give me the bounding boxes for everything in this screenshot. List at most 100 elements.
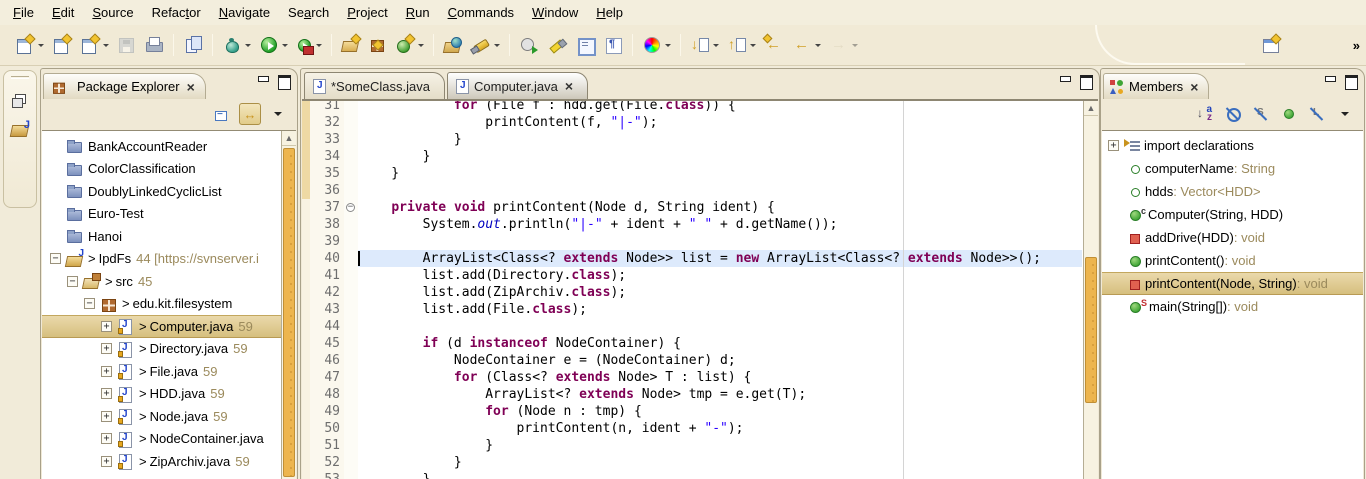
code-text[interactable]: for (Class<? extends Node> T : list) { bbox=[358, 369, 1082, 386]
menu-item-commands[interactable]: Commands bbox=[439, 2, 523, 23]
code-line-52[interactable]: 52 } bbox=[302, 454, 1082, 471]
code-text[interactable]: printContent(f, "|-"); bbox=[358, 114, 1082, 131]
editor-content[interactable]: 31 for (File f : hdd.get(File.class)) {3… bbox=[302, 99, 1098, 479]
code-text[interactable]: } bbox=[358, 437, 1082, 454]
tree-row-ipdfs[interactable]: −>IpdFs44 [https://svnserver.i bbox=[42, 248, 296, 271]
menu-item-edit[interactable]: Edit bbox=[43, 2, 83, 23]
code-text[interactable]: for (File f : hdd.get(File.class)) { bbox=[358, 99, 1082, 114]
expand-plus-icon[interactable]: + bbox=[101, 366, 112, 377]
package-explorer-close-icon[interactable]: × bbox=[187, 79, 195, 95]
code-line-46[interactable]: 46 NodeContainer e = (NodeContainer) d; bbox=[302, 352, 1082, 369]
code-line-37[interactable]: 37− private void printContent(Node d, St… bbox=[302, 199, 1082, 216]
minimize-view-button[interactable] bbox=[257, 75, 270, 86]
member-row-computer-string-hdd-[interactable]: cComputer(String, HDD) bbox=[1102, 203, 1363, 226]
scroll-up-arrow-icon[interactable]: ▲ bbox=[282, 131, 296, 146]
search-button[interactable] bbox=[469, 33, 502, 57]
expand-plus-icon[interactable]: + bbox=[101, 456, 112, 467]
color-wheel-button[interactable] bbox=[640, 33, 673, 57]
code-line-36[interactable]: 36 bbox=[302, 182, 1082, 199]
code-line-51[interactable]: 51 } bbox=[302, 437, 1082, 454]
toolbar-overflow-chevron[interactable]: » bbox=[1353, 38, 1358, 53]
code-text[interactable] bbox=[358, 318, 1082, 335]
editor-tab-close-icon[interactable]: × bbox=[565, 78, 573, 94]
package-explorer-scrollbar[interactable]: ▲ bbox=[281, 131, 296, 479]
code-line-32[interactable]: 32 printContent(f, "|-"); bbox=[302, 114, 1082, 131]
tree-row-bankaccountreader[interactable]: BankAccountReader bbox=[42, 135, 296, 158]
last-edit-button[interactable] bbox=[762, 33, 786, 57]
code-text[interactable]: } bbox=[358, 165, 1082, 182]
members-tab[interactable]: Members × bbox=[1103, 73, 1209, 99]
package-explorer-tab[interactable]: Package Explorer × bbox=[43, 73, 206, 99]
menu-item-source[interactable]: Source bbox=[83, 2, 142, 23]
new-wizard-button[interactable] bbox=[13, 33, 46, 57]
tree-row-computer-java[interactable]: +>Computer.java59 bbox=[42, 315, 296, 338]
code-line-47[interactable]: 47 for (Class<? extends Node> T : list) … bbox=[302, 369, 1082, 386]
expand-plus-icon[interactable]: + bbox=[101, 343, 112, 354]
tree-row-euro-test[interactable]: Euro-Test bbox=[42, 203, 296, 226]
code-text[interactable]: } bbox=[358, 131, 1082, 148]
code-text[interactable]: if (d instanceof NodeContainer) { bbox=[358, 335, 1082, 352]
editor-maximize-button[interactable] bbox=[1080, 75, 1093, 86]
editor-scrollbar[interactable]: ▲ bbox=[1083, 101, 1098, 479]
expand-plus-icon[interactable]: + bbox=[101, 433, 112, 444]
dropdown-caret-icon[interactable] bbox=[316, 44, 322, 47]
code-text[interactable]: ArrayList<? extends Node> tmp = e.get(T)… bbox=[358, 386, 1082, 403]
package-explorer-scrollbar-thumb[interactable] bbox=[283, 148, 295, 477]
tree-row-doublylinkedcycliclist[interactable]: DoublyLinkedCyclicList bbox=[42, 180, 296, 203]
menu-item-window[interactable]: Window bbox=[523, 2, 587, 23]
member-row-adddrive-hdd-[interactable]: addDrive(HDD) : void bbox=[1102, 226, 1363, 249]
run-external-button[interactable] bbox=[294, 35, 324, 56]
expand-plus-icon[interactable]: + bbox=[101, 321, 112, 332]
editor-scroll-up-icon[interactable]: ▲ bbox=[1084, 101, 1098, 116]
new-window-wizard-button[interactable] bbox=[50, 33, 74, 57]
code-text[interactable]: list.add(Directory.class); bbox=[358, 267, 1082, 284]
code-line-44[interactable]: 44 bbox=[302, 318, 1082, 335]
code-line-31[interactable]: 31 for (File f : hdd.get(File.class)) { bbox=[302, 99, 1082, 114]
code-line-45[interactable]: 45 if (d instanceof NodeContainer) { bbox=[302, 335, 1082, 352]
view-menu-button[interactable] bbox=[267, 103, 289, 125]
collapse-minus-icon[interactable]: − bbox=[50, 253, 61, 264]
code-text[interactable] bbox=[358, 233, 1082, 250]
menu-item-help[interactable]: Help bbox=[587, 2, 632, 23]
tree-row-src[interactable]: −>src45 bbox=[42, 270, 296, 293]
code-text[interactable]: list.add(ZipArchiv.class); bbox=[358, 284, 1082, 301]
dropdown-caret-icon[interactable] bbox=[494, 44, 500, 47]
code-text[interactable]: NodeContainer e = (NodeContainer) d; bbox=[358, 352, 1082, 369]
code-text[interactable] bbox=[358, 182, 1082, 199]
tree-row-nodecontainer-java[interactable]: +>NodeContainer.java bbox=[42, 428, 296, 451]
hide-fields-button[interactable] bbox=[1222, 103, 1244, 125]
editor-tab-computer-java[interactable]: Computer.java× bbox=[447, 72, 588, 99]
members-maximize-button[interactable] bbox=[1345, 75, 1358, 86]
tree-row-colorclassification[interactable]: ColorClassification bbox=[42, 158, 296, 181]
expand-plus-icon[interactable]: + bbox=[1108, 140, 1119, 151]
prev-annotation-button[interactable] bbox=[725, 33, 758, 57]
tree-row-edu-kit-filesystem[interactable]: −>edu.kit.filesystem bbox=[42, 293, 296, 316]
code-line-38[interactable]: 38 System.out.println("|-" + ident + " "… bbox=[302, 216, 1082, 233]
new-class-button[interactable] bbox=[393, 33, 426, 57]
code-line-35[interactable]: 35 } bbox=[302, 165, 1082, 182]
members-minimize-button[interactable] bbox=[1324, 75, 1337, 86]
code-line-49[interactable]: 49 for (Node n : tmp) { bbox=[302, 403, 1082, 420]
tree-row-hdd-java[interactable]: +>HDD.java59 bbox=[42, 383, 296, 406]
link-editor-button[interactable]: ↔ bbox=[239, 103, 261, 125]
code-line-34[interactable]: 34 } bbox=[302, 148, 1082, 165]
tree-row-file-java[interactable]: +>File.java59 bbox=[42, 360, 296, 383]
code-line-43[interactable]: 43 list.add(File.class); bbox=[302, 301, 1082, 318]
member-row-printcontent-[interactable]: printContent() : void bbox=[1102, 249, 1363, 272]
debug-button[interactable] bbox=[220, 33, 253, 57]
new-package-button[interactable] bbox=[367, 34, 389, 57]
code-line-42[interactable]: 42 list.add(ZipArchiv.class); bbox=[302, 284, 1082, 301]
code-line-41[interactable]: 41 list.add(Directory.class); bbox=[302, 267, 1082, 284]
code-text[interactable]: } bbox=[358, 454, 1082, 471]
collapse-minus-icon[interactable]: − bbox=[67, 276, 78, 287]
task-button[interactable] bbox=[517, 33, 541, 57]
expand-plus-icon[interactable]: + bbox=[101, 388, 112, 399]
dropdown-caret-icon[interactable] bbox=[750, 44, 756, 47]
java-perspective-button[interactable] bbox=[8, 117, 32, 141]
dropdown-caret-icon[interactable] bbox=[282, 44, 288, 47]
menu-item-navigate[interactable]: Navigate bbox=[210, 2, 279, 23]
show-whitespace-button[interactable] bbox=[601, 33, 625, 57]
code-line-40[interactable]: 40 ArrayList<Class<? extends Node>> list… bbox=[302, 250, 1082, 267]
tree-row-directory-java[interactable]: +>Directory.java59 bbox=[42, 338, 296, 361]
member-row-import-declarations[interactable]: +import declarations bbox=[1102, 134, 1363, 157]
